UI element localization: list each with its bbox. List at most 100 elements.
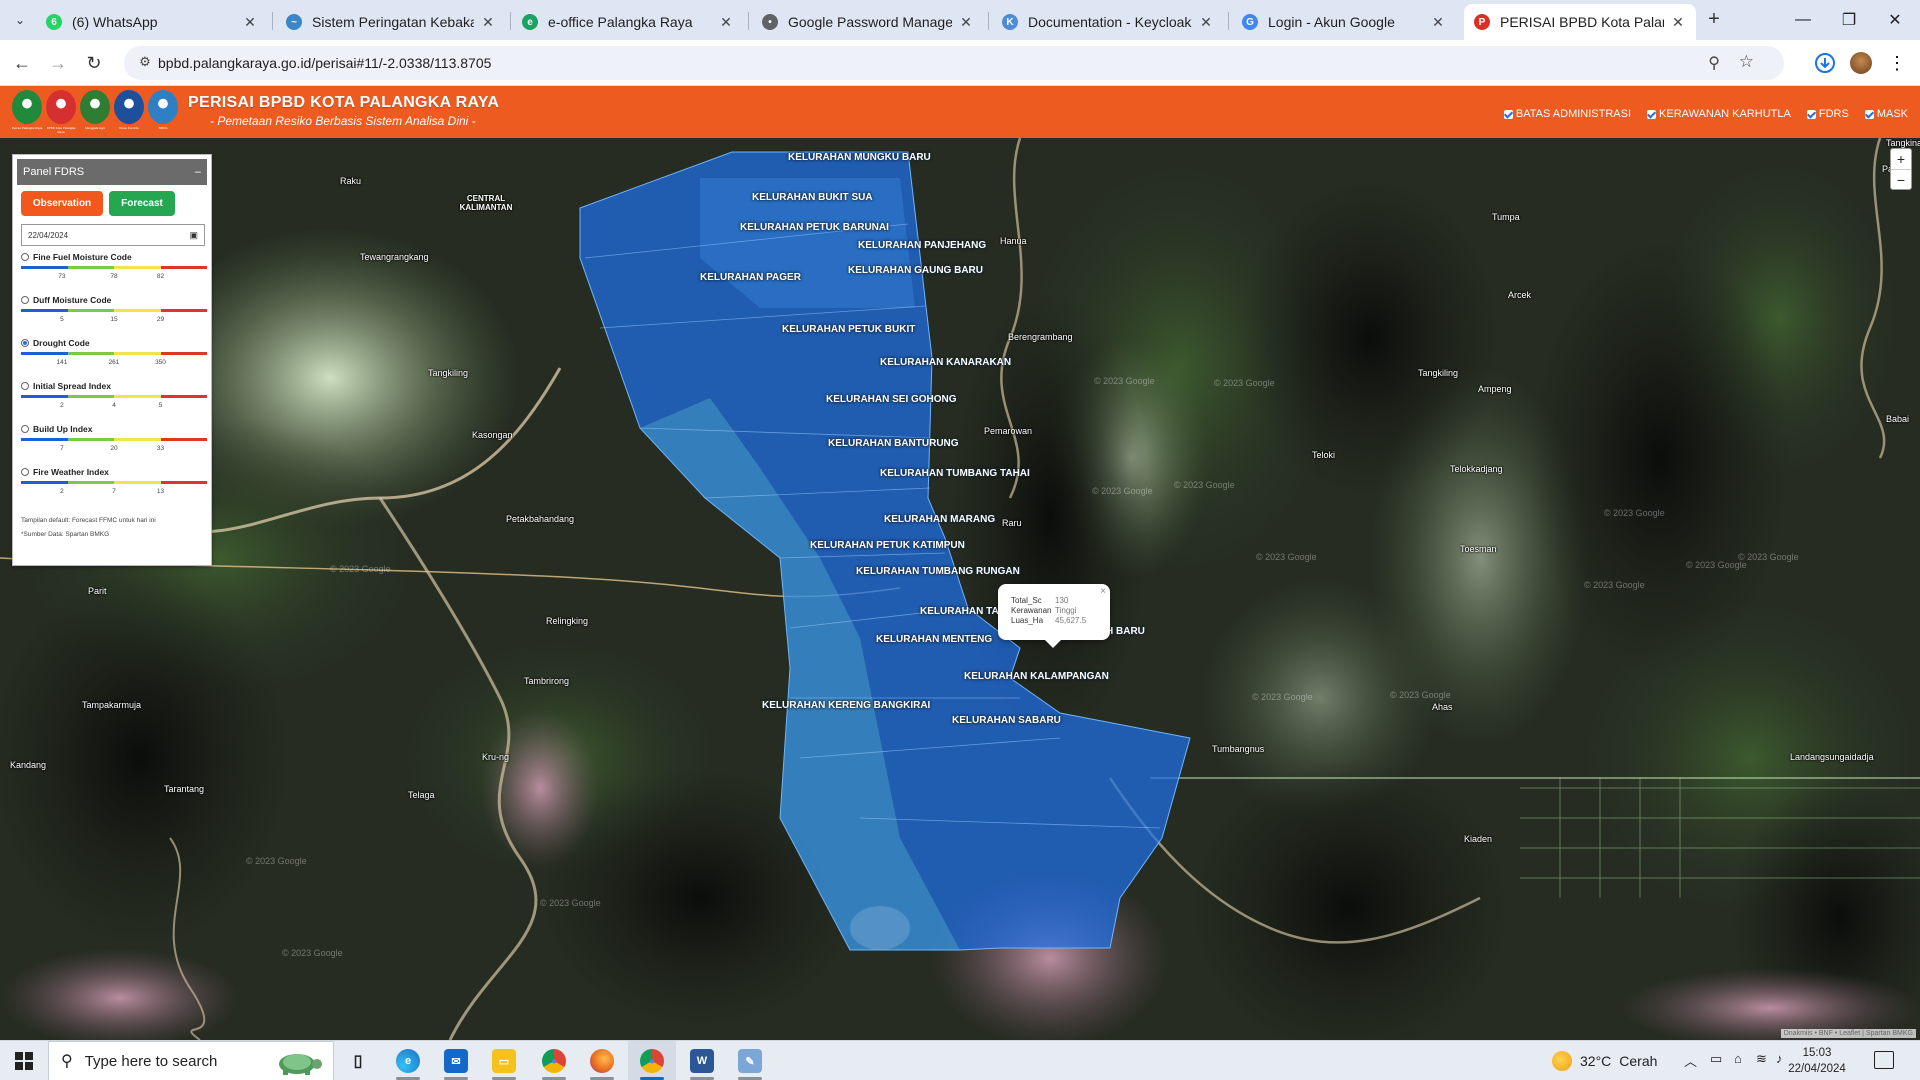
checkbox-checked-icon[interactable] [1864,109,1874,119]
fdrs-index[interactable]: Fine Fuel Moisture Code 73 78 82 [21,252,207,289]
back-icon[interactable]: ← [8,49,36,77]
firefox-taskbar-button[interactable]: ● [578,1041,626,1080]
index-label[interactable]: Duff Moisture Code [21,295,205,305]
zoom-in-button[interactable]: + [1891,149,1911,169]
radio-button[interactable] [21,382,29,390]
kelurahan-label[interactable]: KELURAHAN KANARAKAN [880,357,1011,368]
map-attribution[interactable]: Dnakmiis • BNF • Leaflet | Spartan BMKG [1780,1029,1916,1038]
forecast-button[interactable]: Forecast [109,191,175,216]
notification-icon[interactable] [1874,1051,1894,1069]
system-clock[interactable]: 15:03 22/04/2024 [1782,1045,1852,1077]
download-icon[interactable] [1812,50,1838,76]
kelurahan-label[interactable]: KELURAHAN GAUNG BARU [848,265,983,276]
weather-widget[interactable]: 32°C Cerah [1552,1041,1657,1080]
kelurahan-label[interactable]: H BARU [1106,626,1145,637]
layer-toggle[interactable]: KERAWANAN KARHUTLA [1647,108,1791,120]
close-window-icon[interactable]: ✕ [1872,0,1918,40]
word-taskbar-button[interactable]: W [678,1041,726,1080]
kelurahan-label[interactable]: KELURAHAN KALAMPANGAN [964,671,1109,682]
layer-toggle[interactable]: MASK [1864,108,1908,120]
checkbox-checked-icon[interactable] [1806,109,1816,119]
paint-taskbar-button[interactable]: ✎ [726,1041,774,1080]
kelurahan-label[interactable]: KELURAHAN MUNGKU BARU [788,152,931,163]
tab-search-icon[interactable]: ⌄ [8,8,32,32]
layer-toggle[interactable]: BATAS ADMINISTRASI [1503,108,1631,120]
map-canvas[interactable]: © 2023 Google © 2023 Google © 2023 Google ©… [0,138,1920,1040]
browser-tab[interactable]: K Documentation - Keycloak ✕ [992,4,1224,40]
browser-tab[interactable]: G Login - Akun Google ✕ [1232,4,1456,40]
fdrs-index[interactable]: Drought Code 141 261 350 [21,338,207,375]
kelurahan-label[interactable]: KELURAHAN BANTURUNG [828,438,959,449]
radio-button[interactable] [21,296,29,304]
kelurahan-label[interactable]: KELURAHAN SEI GOHONG [826,394,957,405]
fdrs-index[interactable]: Initial Spread Index 2 4 5 [21,381,207,418]
chevron-up-icon[interactable]: ︿ [1684,1051,1697,1070]
layer-toggle[interactable]: FDRS [1806,108,1849,120]
kelurahan-label[interactable]: KELURAHAN PAGER [700,272,801,283]
tab-close-icon[interactable]: ✕ [1198,14,1214,31]
tab-close-icon[interactable]: ✕ [480,14,496,31]
profile-avatar[interactable] [1848,50,1874,76]
browser-tab[interactable]: P PERISAI BPBD Kota Palangka R ✕ [1464,4,1696,40]
observation-button[interactable]: Observation [21,191,103,216]
index-label[interactable]: Drought Code [21,338,205,348]
url-text[interactable]: bpbd.palangkaraya.go.id/perisai#11/-2.03… [158,55,491,71]
restore-icon[interactable]: ❐ [1826,0,1872,40]
tab-close-icon[interactable]: ✕ [958,14,974,31]
kelurahan-label[interactable]: KELURAHAN KERENG BANGKIRAI [762,700,930,711]
kelurahan-label[interactable]: KELURAHAN MARANG [884,514,995,525]
zoom-icon[interactable]: ⚲ [1708,53,1720,73]
start-button[interactable] [0,1041,48,1080]
task-view-taskbar-button[interactable]: ▯ [334,1041,382,1080]
site-info-icon[interactable]: ⚙ [136,54,154,72]
popup-close-icon[interactable]: × [1100,586,1106,597]
calendar-icon[interactable]: ▣ [189,230,198,241]
wifi-icon[interactable]: ≋ [1756,1051,1767,1067]
new-tab-button[interactable]: + [1702,8,1726,32]
radio-button[interactable] [21,253,29,261]
chrome-active-taskbar-button[interactable]: ● [628,1041,676,1080]
fdrs-index[interactable]: Build Up Index 7 20 33 [21,424,207,461]
radio-button[interactable] [21,468,29,476]
meet-icon[interactable]: ▭ [1710,1051,1722,1067]
minimize-icon[interactable]: — [1780,0,1826,40]
radio-button[interactable] [21,339,29,347]
reload-icon[interactable]: ↻ [80,49,108,77]
file-explorer-taskbar-button[interactable]: ▭ [480,1041,528,1080]
forward-icon[interactable]: → [44,49,72,77]
kelurahan-label[interactable]: KELURAHAN PETUK KATIMPUN [810,540,965,551]
kelurahan-label[interactable]: KELURAHAN TUMBANG TAHAI [880,468,1030,479]
taskbar-search[interactable]: ⚲ Type here to search [48,1041,334,1080]
fdrs-index[interactable]: Fire Weather Index 2 7 13 [21,467,207,504]
network-icon[interactable]: ⌂ [1734,1051,1742,1066]
edge-taskbar-button[interactable]: e [384,1041,432,1080]
mail-taskbar-button[interactable]: ✉ [432,1041,480,1080]
zoom-out-button[interactable]: − [1891,169,1911,189]
kelurahan-label[interactable]: KELURAHAN SABARU [952,715,1061,726]
kelurahan-label[interactable]: KELURAHAN PETUK BARUNAI [740,222,889,233]
date-input[interactable]: 22/04/2024 ▣ [21,224,205,246]
tab-close-icon[interactable]: ✕ [242,14,258,31]
checkbox-checked-icon[interactable] [1647,109,1657,119]
tab-close-icon[interactable]: ✕ [718,14,734,31]
index-label[interactable]: Fire Weather Index [21,467,205,477]
panel-collapse-button[interactable]: – [195,166,201,178]
index-label[interactable]: Build Up Index [21,424,205,434]
menu-icon[interactable]: ⋮ [1884,50,1910,76]
checkbox-checked-icon[interactable] [1503,109,1513,119]
kelurahan-label[interactable]: KELURAHAN TUMBANG RUNGAN [856,566,1020,577]
browser-tab[interactable]: ~ Sistem Peringatan Kebakaran H ✕ [276,4,506,40]
bookmark-star-icon[interactable]: ☆ [1739,52,1754,72]
tab-close-icon[interactable]: ✕ [1670,14,1686,31]
fdrs-index[interactable]: Duff Moisture Code 5 15 29 [21,295,207,332]
address-bar[interactable]: ⚙ bpbd.palangkaraya.go.id/perisai#11/-2.… [124,46,1784,80]
chrome-taskbar-button[interactable]: ● [530,1041,578,1080]
kelurahan-label[interactable]: KELURAHAN MENTENG [876,634,992,645]
browser-tab[interactable]: e e-office Palangka Raya ✕ [512,4,744,40]
kelurahan-label[interactable]: KELURAHAN PETUK BUKIT [782,324,915,335]
browser-tab[interactable]: 6 (6) WhatsApp ✕ [36,4,268,40]
browser-tab[interactable]: • Google Password Manager ✕ [752,4,984,40]
kelurahan-label[interactable]: KELURAHAN PANJEHANG [858,240,986,251]
tab-close-icon[interactable]: ✕ [1430,14,1446,31]
index-label[interactable]: Fine Fuel Moisture Code [21,252,205,262]
